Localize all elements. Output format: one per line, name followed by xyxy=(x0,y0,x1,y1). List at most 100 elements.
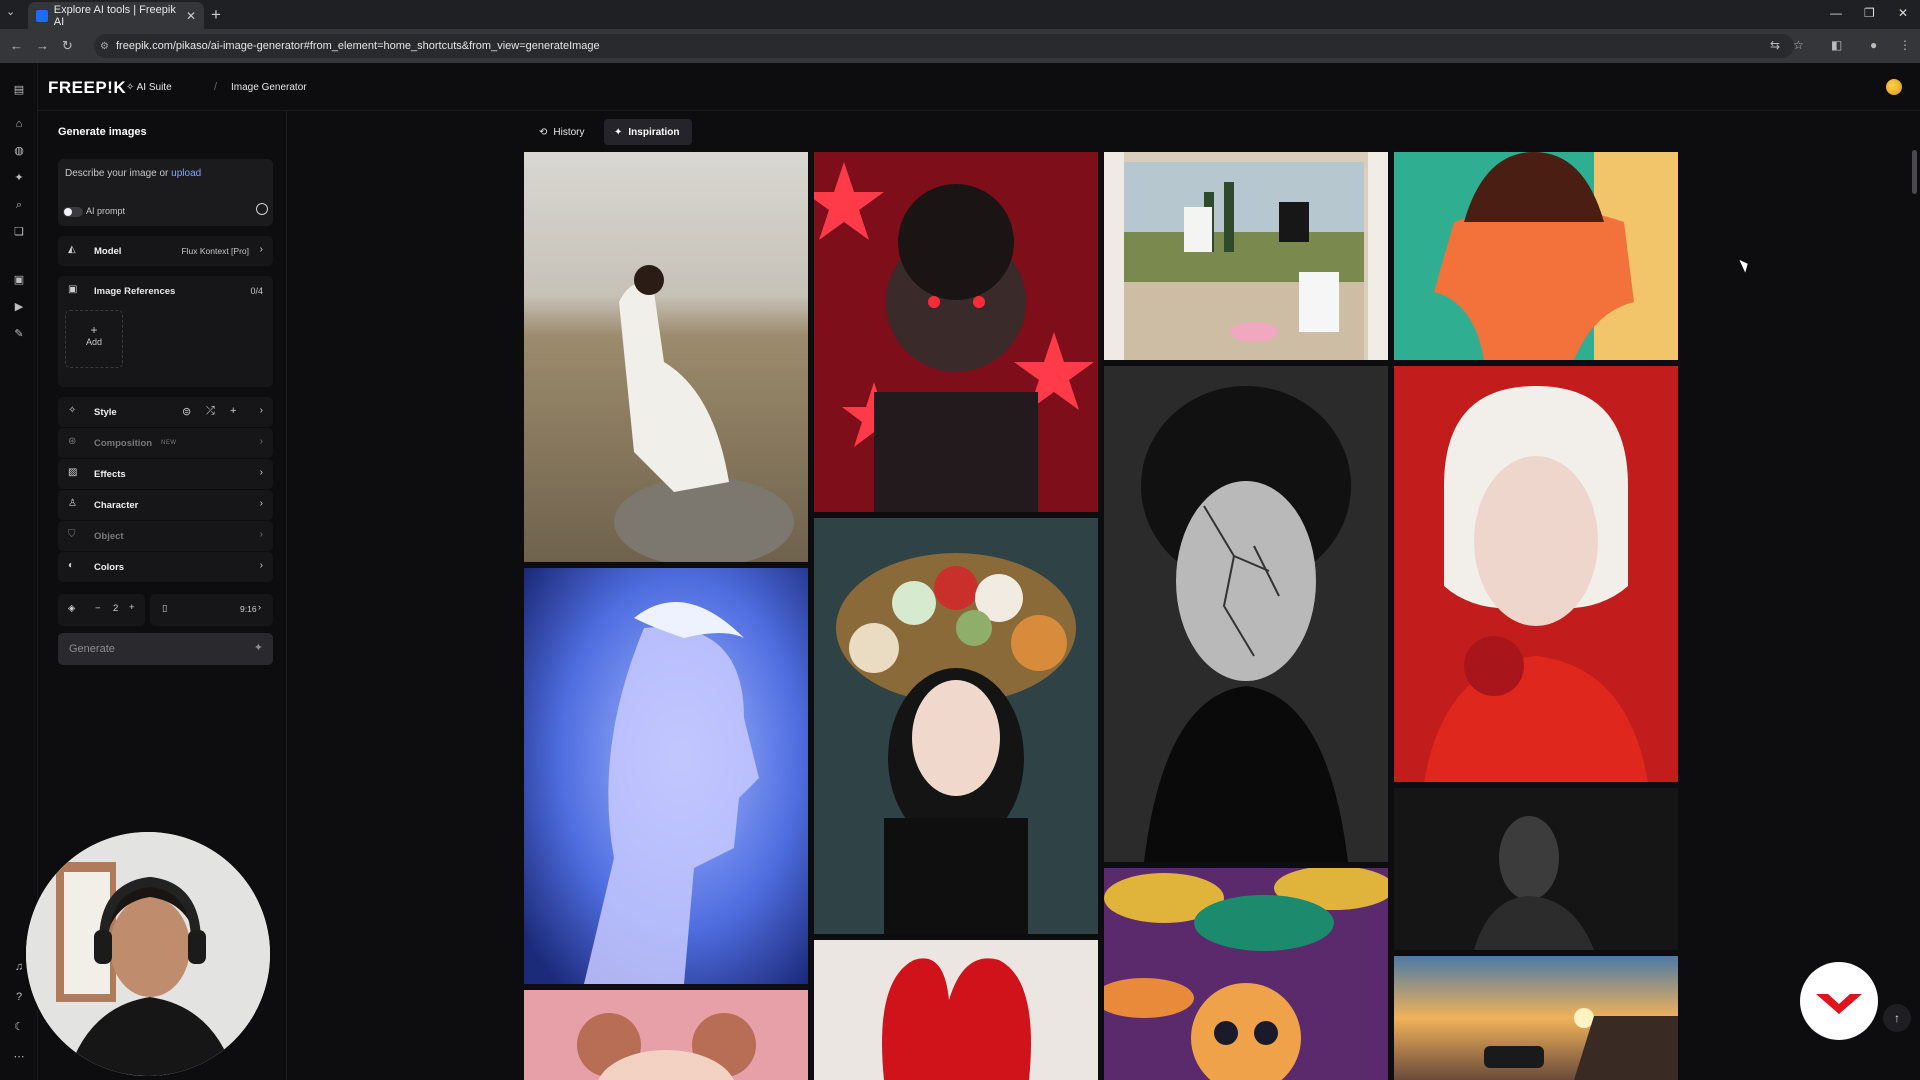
help-icon[interactable]: ? xyxy=(12,990,26,1004)
tab-close-icon[interactable]: ✕ xyxy=(186,9,196,23)
gallery-image-angry-boy-stars[interactable] xyxy=(814,152,1098,512)
profile-icon[interactable]: ● xyxy=(1870,38,1877,52)
image-ref-icon: ▣ xyxy=(68,284,78,295)
ratio-value: 9:16 xyxy=(240,604,257,614)
moon-icon[interactable]: ☾ xyxy=(12,1020,26,1034)
chevron-right-icon: › xyxy=(259,436,263,447)
generate-button[interactable]: Generate ✦ xyxy=(58,633,273,665)
style-library-icon[interactable]: ⊜ xyxy=(182,405,191,418)
tab-inspiration[interactable]: ✦ Inspiration xyxy=(604,119,692,145)
ai-prompt-toggle[interactable] xyxy=(63,207,83,217)
new-tab-button[interactable]: + xyxy=(211,5,221,25)
upload-link[interactable]: upload xyxy=(171,168,201,179)
browser-menu-icon[interactable]: ⋮ xyxy=(1899,38,1911,52)
more-icon[interactable]: ⋯ xyxy=(12,1050,26,1064)
new-badge: NEW xyxy=(161,440,177,446)
gallery-image-laundry-balcony[interactable] xyxy=(1104,152,1388,360)
history-icon: ⟲ xyxy=(539,126,548,138)
panel-title: Generate images xyxy=(58,126,147,138)
model-icon: ◭ xyxy=(68,244,76,255)
forward-icon[interactable]: → xyxy=(36,38,49,53)
globe-icon[interactable]: ◍ xyxy=(12,144,26,158)
prompt-input[interactable]: Describe your image or upload AI prompt xyxy=(58,159,273,226)
site-info-icon[interactable]: ⚙ xyxy=(100,41,109,52)
object-selector[interactable]: ⛉ Object › xyxy=(58,521,273,551)
gallery-image-fruit-crown[interactable] xyxy=(814,518,1098,934)
search-icon[interactable]: ⌕ xyxy=(12,198,26,212)
reload-icon[interactable]: ↻ xyxy=(62,38,73,54)
brand-chevron-icon xyxy=(1816,994,1862,1014)
gallery-image-white-bob-red[interactable] xyxy=(1394,366,1678,782)
palette-icon: ◐ xyxy=(68,560,75,571)
help-chat-button[interactable] xyxy=(1800,962,1878,1040)
favicon-icon xyxy=(36,9,48,22)
style-icon: ✧ xyxy=(68,405,77,416)
edit-icon[interactable]: ✎ xyxy=(12,327,26,341)
back-icon[interactable]: ← xyxy=(10,38,23,53)
gallery-image-cartoon-clouds[interactable] xyxy=(1104,868,1388,1080)
aspect-ratio-selector[interactable]: ▯ 9:16 › xyxy=(150,594,273,626)
restore-icon[interactable]: ❐ xyxy=(1864,6,1875,20)
composition-icon: ⊛ xyxy=(68,436,77,447)
scroll-to-top-button[interactable]: ↑ xyxy=(1883,1004,1911,1032)
shuffle-icon[interactable]: ⤮ xyxy=(206,405,215,418)
image-icon[interactable]: ▣ xyxy=(12,273,26,287)
gallery-image-copper-buns[interactable] xyxy=(524,990,808,1080)
ai-prompt-label: AI prompt xyxy=(86,206,126,216)
bookmark-star-icon[interactable]: ☆ xyxy=(1793,38,1804,52)
browser-toolbar: ← → ↻ ⚙ freepik.com/pikaso/ai-image-gene… xyxy=(0,29,1920,63)
user-avatar[interactable] xyxy=(1886,79,1902,95)
address-bar[interactable]: ⚙ freepik.com/pikaso/ai-image-generator#… xyxy=(94,34,1794,58)
output-options: ◈ − 2 + ▯ 9:16 › xyxy=(58,594,273,626)
effects-selector[interactable]: ▨ Effects › xyxy=(58,459,273,489)
chevron-right-icon: › xyxy=(259,405,263,416)
gallery-image-red-knit[interactable] xyxy=(814,940,1098,1080)
tab-search-icon[interactable]: ⌄ xyxy=(6,5,15,18)
window-close-icon[interactable]: ✕ xyxy=(1898,6,1908,20)
video-icon[interactable]: ▶ xyxy=(12,300,26,314)
count-increment-button[interactable]: + xyxy=(129,602,135,613)
image-references: ▣ Image References 0/4 + Add xyxy=(58,276,273,387)
style-selector[interactable]: ✧ Style ⊜ ⤮ + › xyxy=(58,397,273,427)
add-style-icon[interactable]: + xyxy=(230,405,236,417)
freepik-logo[interactable]: FREEP!K xyxy=(48,78,126,98)
sparkle-icon[interactable]: ✦ xyxy=(12,171,26,185)
url-text: freepik.com/pikaso/ai-image-generator#fr… xyxy=(116,40,600,52)
chevron-right-icon: › xyxy=(259,560,263,571)
scrollbar-thumb[interactable] xyxy=(1912,150,1917,194)
browser-tab[interactable]: Explore AI tools | Freepik AI ✕ xyxy=(28,2,204,29)
webcam-overlay xyxy=(24,830,272,1078)
portrait-ratio-icon: ▯ xyxy=(162,603,168,614)
tab-history[interactable]: ⟲ History xyxy=(531,119,593,145)
layers-icon[interactable]: ❏ xyxy=(12,225,26,239)
prompt-placeholder[interactable]: Describe your image or upload xyxy=(65,168,201,179)
gallery-image-dark-sculpture[interactable] xyxy=(1394,788,1678,950)
count-decrement-button[interactable]: − xyxy=(95,603,101,614)
prompt-settings-icon[interactable] xyxy=(256,203,268,215)
breadcrumb-separator: / xyxy=(214,81,218,93)
gallery-image-blue-profile[interactable] xyxy=(524,568,808,984)
home-icon[interactable]: ⌂ xyxy=(12,117,26,131)
character-selector[interactable]: ♙ Character › xyxy=(58,490,273,520)
plus-icon: + xyxy=(90,323,98,337)
object-icon: ⛉ xyxy=(68,529,76,540)
gallery-image-orange-sequins[interactable] xyxy=(1394,152,1678,360)
stack-icon: ◈ xyxy=(68,603,76,614)
chevron-right-icon: › xyxy=(259,498,263,509)
model-selector[interactable]: ◭ Model Flux Kontext [Pro] › xyxy=(58,236,273,266)
composition-selector[interactable]: ⊛ Composition NEW › xyxy=(58,428,273,458)
minimize-icon[interactable]: — xyxy=(1830,6,1842,20)
chevron-right-icon: › xyxy=(259,244,263,255)
translate-icon[interactable]: ⇆ xyxy=(1770,38,1780,52)
gallery-image-sunset-car[interactable] xyxy=(1394,956,1678,1080)
breadcrumb-image-generator: Image Generator xyxy=(231,82,307,93)
add-reference-button[interactable]: + Add xyxy=(65,310,123,368)
gallery-image-woman-white-field[interactable] xyxy=(524,152,808,562)
sidebar-toggle-icon[interactable]: ▤ xyxy=(12,83,26,97)
sparkle-icon: ✦ xyxy=(614,126,623,138)
breadcrumb-ai-suite[interactable]: ✧ AI Suite xyxy=(126,82,172,93)
character-icon: ♙ xyxy=(68,498,77,509)
extensions-icon[interactable]: ◧ xyxy=(1831,38,1842,52)
colors-selector[interactable]: ◐ Colors › xyxy=(58,552,273,582)
gallery-image-cracked-face[interactable] xyxy=(1104,366,1388,862)
